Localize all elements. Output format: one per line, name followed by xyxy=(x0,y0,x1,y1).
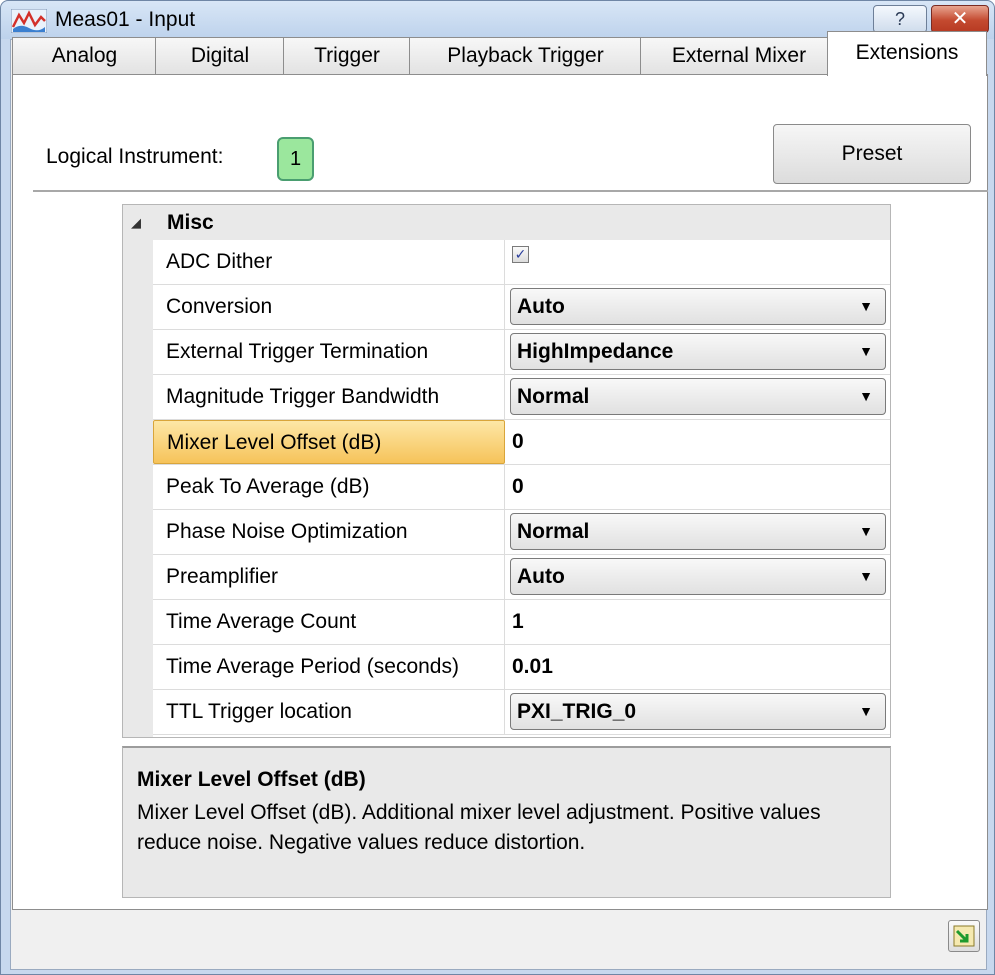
property-name[interactable]: Time Average Count xyxy=(153,600,505,644)
property-value: ✓ xyxy=(506,240,890,284)
logical-instrument-value[interactable]: 1 xyxy=(277,137,314,181)
tab-digital[interactable]: Digital xyxy=(155,37,285,75)
time-average-count-field[interactable]: 1 xyxy=(506,600,890,644)
property-value: Auto ▼ xyxy=(506,285,890,329)
property-row-adc-dither: ADC Dither ✓ xyxy=(153,240,890,285)
category-label: Misc xyxy=(167,211,214,234)
waveform-app-icon xyxy=(11,9,47,33)
refresh-button[interactable] xyxy=(948,920,980,952)
property-value: HighImpedance ▼ xyxy=(506,330,890,374)
mixer-level-offset-field[interactable]: 0 xyxy=(506,420,890,464)
chevron-down-icon: ▼ xyxy=(859,703,873,719)
chevron-down-icon: ▼ xyxy=(859,343,873,359)
property-row-ttl-trigger-location: TTL Trigger location PXI_TRIG_0 ▼ xyxy=(153,690,890,735)
property-row-time-average-count: Time Average Count 1 xyxy=(153,600,890,645)
dropdown-value: Auto xyxy=(517,295,565,318)
property-name[interactable]: Preamplifier xyxy=(153,555,505,599)
tab-trigger[interactable]: Trigger xyxy=(283,37,411,75)
property-grid: ◢ Misc ADC Dither ✓ Conversion Auto ▼ Ex… xyxy=(122,204,891,738)
property-name[interactable]: Phase Noise Optimization xyxy=(153,510,505,554)
tab-analog[interactable]: Analog xyxy=(12,37,157,75)
property-name[interactable]: Peak To Average (dB) xyxy=(153,465,505,509)
property-row-magnitude-trigger-bandwidth: Magnitude Trigger Bandwidth Normal ▼ xyxy=(153,375,890,420)
peak-to-average-field[interactable]: 0 xyxy=(506,465,890,509)
chevron-down-icon: ▼ xyxy=(859,568,873,584)
description-pane: Mixer Level Offset (dB) Mixer Level Offs… xyxy=(122,746,891,898)
property-row-preamplifier: Preamplifier Auto ▼ xyxy=(153,555,890,600)
magnitude-trigger-bandwidth-dropdown[interactable]: Normal ▼ xyxy=(510,378,886,415)
category-misc[interactable]: ◢ Misc xyxy=(123,205,890,240)
window-title: Meas01 - Input xyxy=(55,8,196,31)
external-trigger-termination-dropdown[interactable]: HighImpedance ▼ xyxy=(510,333,886,370)
property-value: PXI_TRIG_0 ▼ xyxy=(506,690,890,734)
chevron-down-icon: ▼ xyxy=(859,388,873,404)
property-row-conversion: Conversion Auto ▼ xyxy=(153,285,890,330)
preset-button[interactable]: Preset xyxy=(773,124,971,184)
help-button[interactable]: ? xyxy=(873,5,927,33)
logical-instrument-label: Logical Instrument: xyxy=(46,145,224,168)
conversion-dropdown[interactable]: Auto ▼ xyxy=(510,288,886,325)
property-name[interactable]: TTL Trigger location xyxy=(153,690,505,734)
property-name-selected[interactable]: Mixer Level Offset (dB) xyxy=(153,420,505,464)
property-name[interactable]: ADC Dither xyxy=(153,240,505,284)
property-value: Auto ▼ xyxy=(506,555,890,599)
refresh-icon xyxy=(953,925,975,947)
chevron-down-icon: ▼ xyxy=(859,523,873,539)
time-average-period-field[interactable]: 0.01 xyxy=(506,645,890,689)
property-name[interactable]: External Trigger Termination xyxy=(153,330,505,374)
dropdown-value: PXI_TRIG_0 xyxy=(517,700,637,723)
description-title: Mixer Level Offset (dB) xyxy=(137,768,366,791)
ttl-trigger-location-dropdown[interactable]: PXI_TRIG_0 ▼ xyxy=(510,693,886,730)
property-row-peak-to-average: Peak To Average (dB) 0 xyxy=(153,465,890,510)
dropdown-value: Normal xyxy=(517,520,590,543)
grid-margin xyxy=(123,240,153,737)
collapse-triangle-icon[interactable]: ◢ xyxy=(131,205,141,240)
property-name[interactable]: Conversion xyxy=(153,285,505,329)
property-value: Normal ▼ xyxy=(506,510,890,554)
property-row-mixer-level-offset: Mixer Level Offset (dB) 0 xyxy=(153,420,890,465)
tab-extensions[interactable]: Extensions xyxy=(827,31,987,76)
property-value: Normal ▼ xyxy=(506,375,890,419)
dropdown-value: Auto xyxy=(517,565,565,588)
dropdown-value: HighImpedance xyxy=(517,340,674,363)
property-row-time-average-period: Time Average Period (seconds) 0.01 xyxy=(153,645,890,690)
tab-external-mixer[interactable]: External Mixer xyxy=(640,37,838,75)
property-name[interactable]: Time Average Period (seconds) xyxy=(153,645,505,689)
tab-playback-trigger[interactable]: Playback Trigger xyxy=(409,37,642,75)
property-row-phase-noise-optimization: Phase Noise Optimization Normal ▼ xyxy=(153,510,890,555)
divider xyxy=(33,190,988,192)
adc-dither-checkbox[interactable]: ✓ xyxy=(512,246,529,263)
property-row-external-trigger-termination: External Trigger Termination HighImpedan… xyxy=(153,330,890,375)
phase-noise-optimization-dropdown[interactable]: Normal ▼ xyxy=(510,513,886,550)
chevron-down-icon: ▼ xyxy=(859,298,873,314)
close-button[interactable]: ✕ xyxy=(931,5,989,33)
preamplifier-dropdown[interactable]: Auto ▼ xyxy=(510,558,886,595)
description-text: Mixer Level Offset (dB). Additional mixe… xyxy=(137,801,821,854)
property-name[interactable]: Magnitude Trigger Bandwidth xyxy=(153,375,505,419)
dropdown-value: Normal xyxy=(517,385,590,408)
dialog-window: Meas01 - Input ? ✕ Analog Digital Trigge… xyxy=(0,0,995,975)
